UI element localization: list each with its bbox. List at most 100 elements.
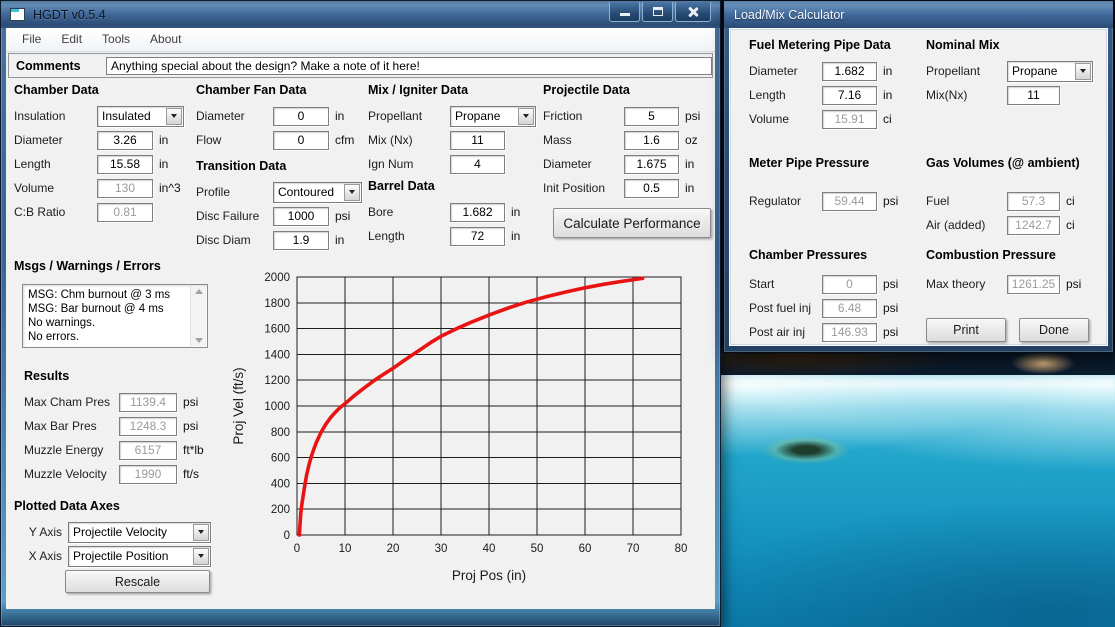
svg-text:0: 0: [294, 543, 300, 555]
init-position-field[interactable]: 0.5: [624, 179, 679, 198]
plotted-axes-title: Plotted Data Axes: [14, 496, 211, 520]
field-label: Diameter: [196, 109, 267, 123]
x-axis-select[interactable]: Projectile Position: [68, 546, 211, 567]
field-label: Bore: [368, 205, 444, 219]
length-field[interactable]: 7.16: [822, 86, 877, 105]
scroll-down-icon[interactable]: [195, 338, 203, 343]
minimize-icon: [620, 13, 630, 16]
scrollbar[interactable]: [190, 286, 206, 346]
section-title: Mix / Igniter Data: [368, 80, 536, 104]
chevron-down-icon[interactable]: [193, 548, 209, 565]
calculator-titlebar[interactable]: Load/Mix Calculator: [724, 1, 1113, 28]
menu-item-about[interactable]: About: [140, 28, 191, 51]
fuel-field: 57.3: [1007, 192, 1060, 211]
field-label: Length: [749, 88, 816, 102]
rescale-button[interactable]: Rescale: [65, 570, 210, 593]
propellant-select[interactable]: Propane: [450, 106, 536, 127]
chevron-down-icon[interactable]: [344, 184, 360, 201]
svg-text:30: 30: [435, 543, 448, 555]
menu-item-tools[interactable]: Tools: [92, 28, 140, 51]
chevron-down-icon[interactable]: [166, 108, 182, 125]
field-label: Disc Diam: [196, 233, 267, 247]
close-icon: [687, 6, 699, 18]
flow-field[interactable]: 0: [273, 131, 329, 150]
section-title: Combustion Pressure: [926, 245, 1081, 269]
menu-item-edit[interactable]: Edit: [51, 28, 92, 51]
length-field[interactable]: 15.58: [97, 155, 153, 174]
chevron-down-icon[interactable]: [1075, 63, 1091, 80]
field-label: Propellant: [368, 109, 444, 123]
messages-listbox[interactable]: MSG: Chm burnout @ 3 msMSG: Bar burnout …: [22, 284, 208, 348]
main-titlebar[interactable]: HGDT v0.5.4: [1, 1, 720, 28]
disc-diam-field[interactable]: 1.9: [273, 231, 329, 250]
bore-field[interactable]: 1.682: [450, 203, 505, 222]
chevron-down-icon[interactable]: [193, 524, 209, 541]
max-theory-field: 1261.25: [1007, 275, 1060, 294]
field-unit: ci: [1066, 194, 1075, 208]
section-title: Projectile Data: [543, 80, 700, 104]
section-title: Chamber Pressures: [749, 245, 898, 269]
close-button[interactable]: [675, 2, 711, 22]
field-row-diameter: Diameter1.682in: [749, 59, 892, 83]
field-unit: psi: [883, 301, 898, 315]
message-lines: MSG: Chm burnout @ 3 msMSG: Bar burnout …: [28, 288, 187, 344]
y-axis-title: Proj Vel (ft/s): [231, 367, 246, 444]
disc-failure-field[interactable]: 1000: [273, 207, 329, 226]
minimize-button[interactable]: [609, 2, 640, 22]
field-unit: ft*lb: [183, 443, 204, 457]
field-unit: psi: [685, 109, 700, 123]
field-unit: psi: [883, 277, 898, 291]
comments-input[interactable]: Anything special about the design? Make …: [106, 57, 712, 75]
field-row-regulator: Regulator59.44psi: [749, 189, 898, 213]
mix-nx-field[interactable]: 11: [450, 131, 505, 150]
done-button[interactable]: Done: [1019, 318, 1089, 342]
field-unit: in: [883, 64, 892, 78]
field-unit: psi: [883, 325, 898, 339]
svg-text:80: 80: [675, 543, 688, 555]
field-label: Muzzle Energy: [24, 443, 113, 457]
field-label: Insulation: [14, 109, 91, 123]
field-row-muzzle-velocity: Muzzle Velocity1990ft/s: [24, 462, 204, 486]
propellant-select[interactable]: Propane: [1007, 61, 1093, 82]
maximize-button[interactable]: [642, 2, 673, 22]
diameter-field[interactable]: 0: [273, 107, 329, 126]
diameter-field[interactable]: 1.675: [624, 155, 679, 174]
print-button[interactable]: Print: [926, 318, 1006, 342]
calculate-performance-button[interactable]: Calculate Performance: [553, 208, 711, 238]
field-label: Regulator: [749, 194, 816, 208]
field-unit: in: [335, 109, 344, 123]
mix-nx-field[interactable]: 11: [1007, 86, 1060, 105]
ign-num-field[interactable]: 4: [450, 155, 505, 174]
field-label: Disc Failure: [196, 209, 267, 223]
field-label: Fuel: [926, 194, 1001, 208]
length-field[interactable]: 72: [450, 227, 505, 246]
diameter-field[interactable]: 1.682: [822, 62, 877, 81]
diameter-field[interactable]: 3.26: [97, 131, 153, 150]
menu-bar: FileEditToolsAbout: [6, 28, 715, 52]
scroll-up-icon[interactable]: [195, 289, 203, 294]
section-gas-volumes: Gas Volumes (@ ambient)Fuel57.3ciAir (ad…: [926, 153, 1080, 237]
y-axis-select[interactable]: Projectile Velocity: [68, 522, 211, 543]
start-field: 0: [822, 275, 877, 294]
performance-chart: 0102030405060708002004006008001000120014…: [228, 252, 712, 588]
svg-text:50: 50: [531, 543, 544, 555]
menu-item-file[interactable]: File: [12, 28, 51, 51]
svg-text:1200: 1200: [264, 375, 290, 387]
regulator-field: 59.44: [822, 192, 877, 211]
field-row-bore: Bore1.682in: [368, 200, 520, 224]
field-row-mix-nx: Mix(Nx)11: [926, 83, 1093, 107]
field-row-propellant: PropellantPropane: [926, 59, 1093, 83]
section-chamber-data: Chamber DataInsulationInsulatedDiameter3…: [14, 80, 184, 224]
mass-field[interactable]: 1.6: [624, 131, 679, 150]
section-title: Nominal Mix: [926, 35, 1093, 59]
field-unit: ft/s: [183, 467, 199, 481]
post-fuel-inj-field: 6.48: [822, 299, 877, 318]
field-unit: in: [685, 157, 694, 171]
insulation-select[interactable]: Insulated: [97, 106, 184, 127]
friction-field[interactable]: 5: [624, 107, 679, 126]
field-label: Diameter: [14, 133, 91, 147]
profile-select[interactable]: Contoured: [273, 182, 362, 203]
chart-svg: 0102030405060708002004006008001000120014…: [228, 252, 712, 588]
comments-row: Comments Anything special about the desi…: [8, 53, 713, 78]
chevron-down-icon[interactable]: [518, 108, 534, 125]
